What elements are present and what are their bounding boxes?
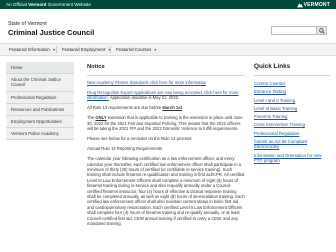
- nav-featured-employment[interactable]: Featured Employment▼: [62, 44, 112, 55]
- quick-link-act56-complaint[interactable]: Submit an Act 56 Complaint Electronicall…: [254, 139, 330, 149]
- notice-fitness: New Academy Fitness Standards click here…: [87, 80, 245, 85]
- sidebar-item-employment[interactable]: Employment Opportunities: [6, 116, 74, 129]
- vermont-logo[interactable]: VERMONT: [296, 0, 330, 9]
- nav-divider: [56, 46, 57, 53]
- notice-rule13-due: All Rule 13 requirements are due before …: [87, 105, 184, 111]
- fitness-standards-link[interactable]: New Academy Fitness Standards click here…: [87, 80, 206, 85]
- search-icon: [318, 27, 325, 34]
- state-line: State of Vermont: [8, 21, 47, 27]
- quick-links: Quick Links Current Courses Entrance Tes…: [254, 62, 330, 166]
- quick-link-firearms[interactable]: Firearms Training: [254, 114, 330, 119]
- search-button[interactable]: [316, 26, 327, 35]
- quick-link-crisis-intervention[interactable]: Crisis Intervention Training: [254, 122, 330, 127]
- notice-extension: The ONLY extension that is applicable to…: [87, 115, 243, 132]
- notice-dre: Drug Recognition Expert Applications are…: [87, 90, 239, 101]
- notice-heading: Notice: [87, 64, 105, 70]
- nav-featured-information[interactable]: Featured Information ▼: [9, 44, 57, 55]
- site-title[interactable]: Criminal Justice Council: [8, 28, 94, 37]
- notice-requirements: The calendar year following certificatio…: [87, 156, 245, 227]
- official-banner-text: An Official Vermont Government Website: [6, 2, 91, 7]
- sidebar-item-professional-regulation[interactable]: Professional Regulation: [6, 91, 74, 104]
- divider: [254, 75, 330, 76]
- sidebar-nav: Home About the Criminal Justice Council …: [6, 62, 74, 141]
- quick-link-professional-regulation[interactable]: Professional Regulation: [254, 131, 330, 136]
- main-nav: Featured Information ▼ Featured Employmen…: [0, 43, 336, 56]
- nav-divider: [110, 46, 111, 53]
- divider: [87, 75, 245, 76]
- sidebar-item-resources[interactable]: Resources and Publications: [6, 103, 74, 117]
- quick-link-level-iii[interactable]: Level III Basic Training: [254, 106, 330, 111]
- nav-featured-courses[interactable]: Featured Courses ▼: [116, 44, 158, 55]
- sidebar-item-police-academy[interactable]: Vermont Police Academy: [6, 128, 74, 141]
- quick-link-fto-program[interactable]: Information and Orientation for new FTO …: [254, 153, 330, 163]
- mountain-icon: [296, 2, 303, 7]
- sidebar-item-home[interactable]: Home: [6, 62, 74, 75]
- notice-subheading: Annual Rule 13 Reporting Requirements: [87, 146, 163, 152]
- quick-link-level-i-ii[interactable]: Level I and II Training: [254, 98, 330, 103]
- main-content: Notice New Academy Fitness Standards cli…: [87, 62, 245, 231]
- official-banner: An Official Vermont Government Website V…: [0, 0, 336, 9]
- site-header: State of Vermont Criminal Justice Counci…: [0, 9, 336, 43]
- sidebar-item-about[interactable]: About the Criminal Justice Council: [6, 74, 74, 92]
- vermont-logo-text: VERMONT: [303, 1, 330, 8]
- chevron-down-icon: ▼: [153, 48, 158, 52]
- quick-link-current-courses[interactable]: Current Courses: [254, 81, 330, 86]
- quick-links-heading: Quick Links: [254, 63, 291, 70]
- notice-reminder: Please see below for a reminder on the R…: [87, 136, 193, 142]
- quick-link-entrance-testing[interactable]: Entrance Testing: [254, 89, 330, 94]
